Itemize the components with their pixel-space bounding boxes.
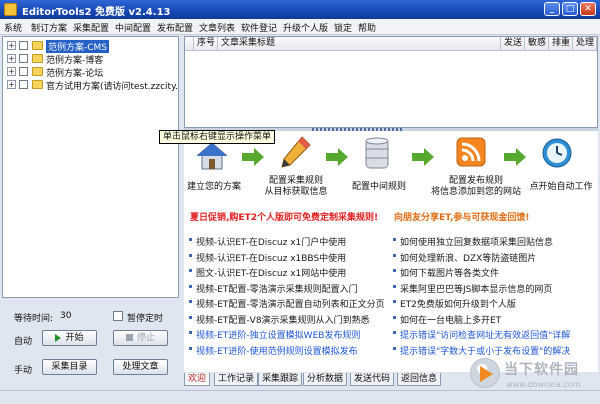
column-header[interactable]: 发送 — [501, 37, 525, 51]
wait-time-value: 30 — [60, 311, 72, 321]
tab-analysis-data[interactable]: 分析数据 — [303, 373, 348, 386]
home-icon[interactable] — [196, 141, 228, 171]
context-tooltip: 单击鼠标右键显示操作菜单 — [159, 130, 276, 144]
table-corner — [185, 37, 194, 51]
tab-collect-trace[interactable]: 采集跟踪 — [258, 373, 303, 386]
expand-icon[interactable]: + — [7, 80, 16, 89]
tree-checkbox[interactable] — [19, 67, 28, 76]
menu-collect-config[interactable]: 采集配置 — [73, 21, 109, 34]
menu-lock[interactable]: 锁定 — [334, 21, 352, 34]
promo-link[interactable]: 夏日促销,购ET2个人版即可免费定制采集规则! — [190, 210, 378, 223]
minimize-button[interactable]: _ — [544, 2, 560, 16]
welcome-panel: 建立您的方案 配置采集规则 从目标获取信息 配置中间规则 配置发布规则 将信息添… — [184, 131, 598, 372]
title-bar: EditorTools2 免费版 v2.4.13 _ □ ✕ — [0, 0, 600, 19]
menu-upgrade[interactable]: 升级个人版 — [283, 21, 328, 34]
help-link[interactable]: 视频-ET进阶-独立设置模拟WEB发布规则 — [188, 328, 360, 341]
close-button[interactable]: ✕ — [580, 2, 596, 16]
help-link[interactable]: 如何处理新浪、DZX等防盗链图片 — [392, 251, 536, 264]
manual-label: 手动 — [14, 366, 33, 376]
help-link[interactable]: 视频-ET进阶-使用范例规则设置模拟发布 — [189, 344, 358, 357]
step-label[interactable]: 建立您的方案 — [184, 182, 244, 193]
rss-icon[interactable] — [456, 137, 486, 167]
column-header[interactable]: 序号 — [194, 37, 218, 51]
column-header[interactable]: 文章采集标题 — [218, 37, 501, 51]
tab-work-log[interactable]: 工作记录 — [214, 373, 259, 386]
help-link[interactable]: 如何在一台电脑上多开ET — [392, 313, 501, 326]
tree-checkbox[interactable] — [19, 54, 28, 63]
expand-icon[interactable]: + — [7, 41, 16, 50]
help-link[interactable]: 视频-认识ET-在Discuz x1门户中使用 — [188, 235, 346, 248]
tree-item-label: 范例方案-博客 — [46, 56, 104, 66]
step-label[interactable]: 点开始自动工作 — [524, 182, 598, 193]
promo-link[interactable]: 向朋友分享ET,参与可获现金回馈! — [394, 210, 530, 223]
tree-checkbox[interactable] — [19, 80, 28, 89]
database-icon[interactable] — [364, 137, 390, 171]
arrow-right-icon — [242, 148, 264, 166]
menu-publish-config[interactable]: 发布配置 — [157, 21, 193, 34]
clock-icon[interactable] — [541, 137, 573, 169]
tree-item-label: 官方试用方案(请访问test.zzcity. — [46, 82, 178, 92]
menu-register[interactable]: 软件登记 — [241, 21, 277, 34]
process-article-button[interactable]: 处理文章 — [113, 359, 168, 375]
watermark-text: 当下软件园 — [504, 362, 579, 378]
help-link[interactable]: 采集阿里巴巴等JS脚本显示信息的网页 — [392, 282, 552, 295]
help-link[interactable]: 视频-认识ET-在Discuz x1BBS中使用 — [188, 251, 346, 264]
step-label[interactable]: 配置发布规则 将信息添加到您的网站 — [420, 176, 532, 198]
help-link[interactable]: 图文-认识ET-在Discuz x1网站中使用 — [188, 266, 346, 279]
start-button[interactable]: 开始 — [42, 330, 97, 346]
menu-middle-config[interactable]: 中间配置 — [115, 21, 151, 34]
play-icon — [55, 333, 62, 342]
article-table[interactable]: 序号 文章采集标题 发送 敏感 排重 处理 — [184, 36, 598, 128]
folder-icon — [32, 80, 43, 89]
help-link[interactable]: 视频-ET配置-零浩演示采集规则配置入门 — [189, 282, 358, 295]
help-link[interactable]: 视频-ET配置-零浩演示配置自动列表和正文分页 — [189, 297, 385, 310]
menu-plan[interactable]: 制订方案 — [31, 21, 67, 34]
pause-timer-label: 暂停定时 — [127, 314, 164, 324]
help-link[interactable]: 如何下载图片等各类文件 — [392, 266, 499, 279]
stop-icon — [125, 334, 133, 341]
tab-welcome[interactable]: 欢迎 — [184, 373, 211, 386]
tab-send-code[interactable]: 发送代码 — [350, 373, 395, 386]
pencil-icon[interactable] — [278, 135, 312, 171]
control-panel: 等待时间: 30 暂停定时 自动 开始 停止 手动 采集目录 处理文章 — [0, 300, 180, 390]
folder-icon — [32, 67, 43, 76]
help-link[interactable]: 视频-ET配置-V8演示采集规则从入门到熟悉 — [189, 313, 370, 326]
arrow-right-icon — [326, 148, 348, 166]
tab-return-info[interactable]: 返回信息 — [397, 373, 442, 386]
step-label[interactable]: 配置中间规则 — [344, 182, 414, 193]
menu-bar: 系统 制订方案 采集配置 中间配置 发布配置 文章列表 软件登记 升级个人版 锁… — [0, 19, 600, 35]
tree-checkbox[interactable] — [19, 41, 28, 50]
column-header[interactable]: 处理 — [573, 37, 597, 51]
help-link[interactable]: ET2免费版如何升级到个人版 — [393, 297, 516, 310]
tree-item-label: 范例方案-CMS — [46, 40, 110, 53]
expand-icon[interactable]: + — [7, 54, 16, 63]
step-label[interactable]: 配置采集规则 从目标获取信息 — [256, 176, 336, 198]
expand-icon[interactable]: + — [7, 67, 16, 76]
tree-item-label: 范例方案-论坛 — [46, 69, 104, 79]
folder-icon — [32, 54, 43, 63]
auto-label: 自动 — [14, 337, 33, 347]
help-link[interactable]: 提示错误"访问检查网址无有效返回值"详解 — [392, 328, 570, 341]
plan-tree[interactable]: + 范例方案-CMS + 范例方案-博客 + 范例方案-论坛 + 官方试用方案(… — [2, 36, 179, 298]
arrow-right-icon — [412, 148, 434, 166]
folder-icon — [32, 41, 43, 50]
wait-time-label: 等待时间: — [14, 314, 54, 324]
stop-button[interactable]: 停止 — [113, 330, 168, 346]
column-header[interactable]: 敏感 — [525, 37, 549, 51]
watermark-url: www.downxia.com — [506, 380, 581, 389]
collect-list-button[interactable]: 采集目录 — [42, 359, 97, 375]
app-icon — [4, 3, 17, 16]
help-link[interactable]: 如何使用独立回复数据项采集回贴信息 — [392, 235, 553, 248]
watermark-logo-icon — [470, 358, 500, 388]
window-title: EditorTools2 免费版 v2.4.13 — [22, 7, 171, 18]
column-header[interactable]: 排重 — [549, 37, 573, 51]
maximize-button[interactable]: □ — [562, 2, 578, 16]
menu-help[interactable]: 帮助 — [358, 21, 376, 34]
menu-system[interactable]: 系统 — [4, 21, 22, 34]
site-watermark: 当下软件园 www.downxia.com — [470, 356, 598, 396]
pause-timer-checkbox[interactable] — [113, 311, 123, 321]
arrow-right-icon — [504, 148, 526, 166]
menu-article-list[interactable]: 文章列表 — [199, 21, 235, 34]
